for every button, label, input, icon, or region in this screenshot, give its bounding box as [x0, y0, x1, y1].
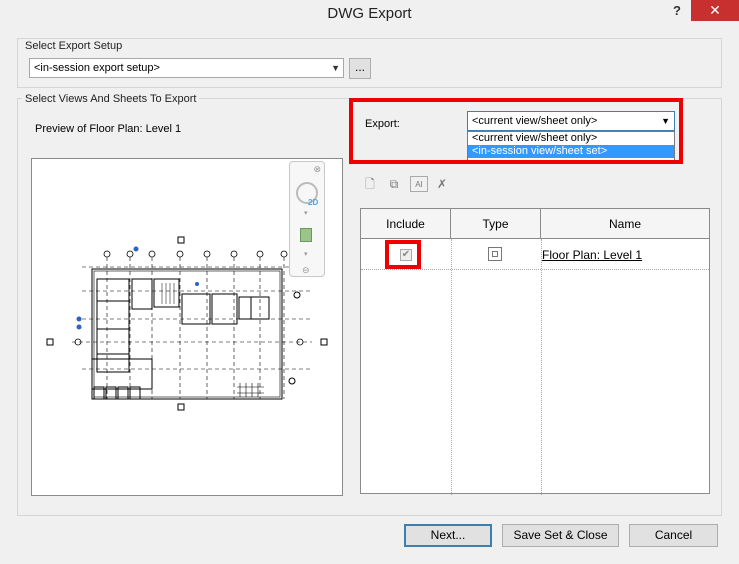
- column-name[interactable]: Name: [541, 209, 709, 239]
- column-include[interactable]: Include: [361, 209, 451, 239]
- view-name-link[interactable]: Floor Plan: Level 1: [542, 248, 642, 262]
- chevron-down-icon[interactable]: ▾: [304, 209, 308, 217]
- row-divider: [361, 269, 709, 270]
- table-header: Include Type Name: [361, 209, 709, 239]
- column-divider: [541, 239, 542, 495]
- views-group-label: Select Views And Sheets To Export: [22, 93, 200, 105]
- browse-setup-button[interactable]: ...: [349, 58, 371, 79]
- close-button[interactable]: ✕: [691, 0, 739, 21]
- duplicate-set-icon[interactable]: ⧉: [386, 176, 402, 192]
- column-divider: [451, 239, 452, 495]
- chevron-down-icon[interactable]: ▾: [304, 250, 308, 258]
- window-title: DWG Export: [327, 5, 412, 22]
- delete-set-icon[interactable]: ✗: [434, 176, 450, 192]
- highlight-box-export: [349, 98, 683, 164]
- highlight-box-include: [385, 240, 421, 269]
- export-setup-dropdown[interactable]: <in-session export setup> ▼: [29, 58, 344, 78]
- next-button[interactable]: Next...: [404, 524, 492, 547]
- export-setup-value: <in-session export setup>: [34, 62, 160, 74]
- zoom-icon[interactable]: [300, 228, 312, 242]
- title-bar: DWG Export ? ✕: [0, 0, 739, 28]
- 2d-icon: 2D: [308, 198, 319, 207]
- export-setup-label: Select Export Setup: [22, 40, 126, 52]
- preview-label: Preview of Floor Plan: Level 1: [35, 123, 182, 135]
- options-icon[interactable]: ⊖: [302, 265, 310, 276]
- column-type[interactable]: Type: [451, 209, 541, 239]
- rename-set-icon[interactable]: AI: [410, 176, 428, 192]
- chevron-down-icon: ▼: [331, 63, 340, 73]
- navigation-bar: ⊗ 2D ▾ ▾ ⊖: [289, 161, 325, 277]
- help-button[interactable]: ?: [666, 2, 688, 22]
- save-set-close-button[interactable]: Save Set & Close: [502, 524, 619, 547]
- floor-plan-view-icon: [488, 247, 502, 261]
- new-set-icon[interactable]: 🗋: [362, 176, 378, 192]
- close-icon[interactable]: ⊗: [313, 164, 321, 175]
- cancel-button[interactable]: Cancel: [629, 524, 718, 547]
